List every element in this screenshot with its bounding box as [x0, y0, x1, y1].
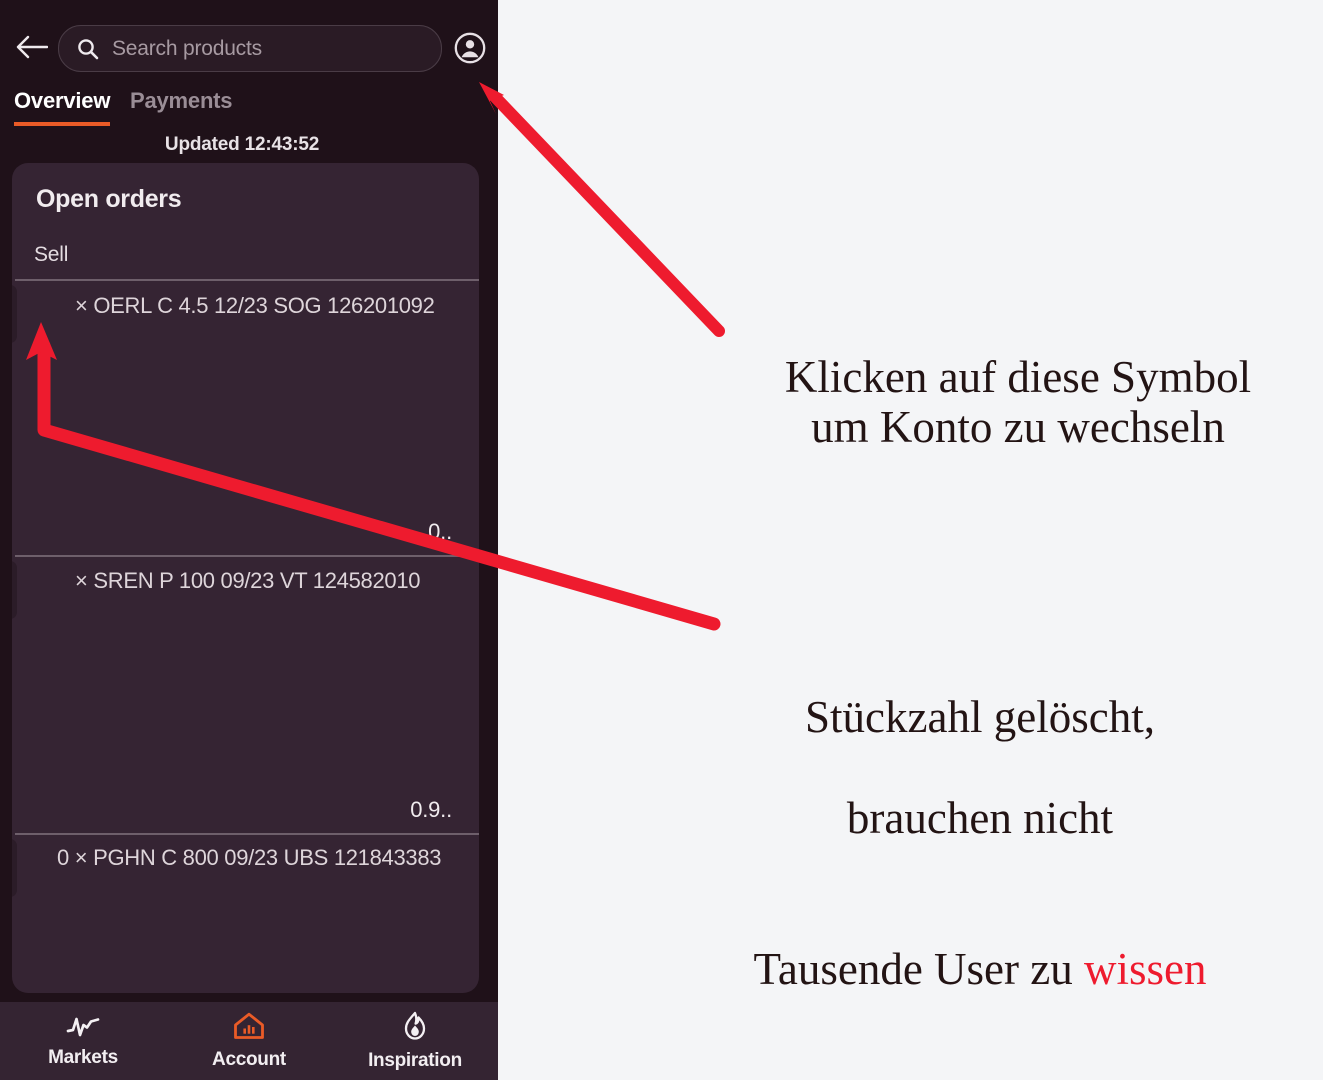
- order-divider: [15, 555, 479, 557]
- annotation-note-quantity-line1: Stückzahl gelöscht,: [805, 692, 1155, 743]
- annotation-note-quantity-line3: Tausende User zu wissen: [650, 894, 1310, 995]
- annotation-note-quantity-line3-plain: Tausende User zu: [753, 944, 1084, 995]
- open-orders-card: Open orders Sell × OERL C 4.5 12/23 SOG …: [12, 163, 479, 993]
- order-row-label[interactable]: × OERL C 4.5 12/23 SOG 126201092: [75, 293, 435, 319]
- app-top-bar: Search products: [0, 0, 498, 86]
- card-edge-notch: [12, 839, 17, 897]
- annotation-note-quantity: Stückzahl gelöscht, brauchen nicht Tause…: [650, 642, 1310, 1045]
- nav-label-markets: Markets: [48, 1046, 118, 1068]
- order-row-value: 0.9..: [410, 797, 452, 822]
- order-row-value: 0..: [428, 519, 452, 544]
- order-divider: [15, 833, 479, 835]
- annotation-note-quantity-line2: brauchen nicht: [846, 793, 1114, 844]
- card-edge-notch: [12, 285, 17, 343]
- back-arrow-icon[interactable]: [14, 29, 50, 65]
- nav-item-markets[interactable]: Markets: [0, 1002, 166, 1080]
- order-row-label[interactable]: × SREN P 100 09/23 VT 124582010: [75, 568, 421, 594]
- nav-item-account[interactable]: Account: [166, 1002, 332, 1080]
- nav-label-inspiration: Inspiration: [368, 1049, 462, 1071]
- chart-line-icon: [66, 1014, 100, 1043]
- open-orders-title: Open orders: [36, 185, 182, 213]
- updated-timestamp: Updated 12:43:52: [164, 134, 320, 155]
- flame-icon: [401, 1011, 429, 1046]
- house-chart-icon: [233, 1012, 265, 1045]
- search-icon: [77, 38, 99, 60]
- card-edge-notch: [12, 561, 17, 619]
- sell-section-label: Sell: [34, 243, 69, 266]
- nav-item-inspiration[interactable]: Inspiration: [332, 1002, 498, 1080]
- annotation-note-quantity-emphasis: wissen: [1083, 944, 1207, 995]
- tab-payments[interactable]: Payments: [130, 88, 233, 122]
- screenshot-canvas: Search products Overview Payments Update…: [0, 0, 1323, 1080]
- annotation-arrow-to-profile-icon: [479, 82, 725, 337]
- account-circle-icon[interactable]: [452, 30, 488, 66]
- bottom-navigation-bar: Markets Account Inspiration: [0, 1002, 498, 1080]
- nav-label-account: Account: [212, 1048, 286, 1070]
- order-row-label[interactable]: 0 × PGHN C 800 09/23 UBS 121843383: [57, 845, 442, 871]
- order-divider: [15, 279, 479, 281]
- tab-bar: Overview Payments: [0, 88, 498, 126]
- search-placeholder-text: Search products: [112, 36, 262, 60]
- mobile-app-panel: Search products Overview Payments Update…: [0, 0, 498, 1080]
- tab-overview[interactable]: Overview: [14, 88, 110, 126]
- search-input[interactable]: Search products: [58, 25, 442, 72]
- annotation-note-profile: Klicken auf diese Symbol um Konto zu wec…: [784, 352, 1252, 453]
